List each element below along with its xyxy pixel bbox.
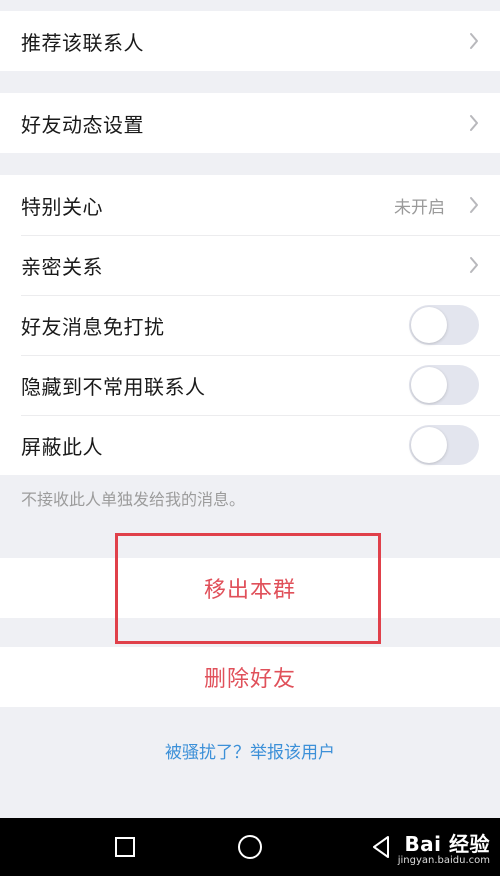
chevron-right-icon (459, 255, 479, 275)
recommend-group: 推荐该联系人 (0, 11, 500, 71)
highlight-annotation-box (115, 533, 381, 644)
chevron-right-icon (459, 195, 479, 215)
delete-friend-button[interactable]: 删除好友 (0, 647, 500, 707)
moments-settings-row[interactable]: 好友动态设置 (0, 93, 500, 153)
recommend-contact-row[interactable]: 推荐该联系人 (0, 11, 500, 71)
special-care-status: 未开启 (394, 197, 445, 218)
moments-settings-label: 好友动态设置 (21, 112, 144, 137)
special-care-label: 特别关心 (21, 194, 103, 219)
relationship-group: 特别关心 未开启 亲密关系 好友消息免打扰 隐藏到不常用联系人 屏蔽此人 (0, 175, 500, 475)
home-icon[interactable] (236, 833, 264, 861)
special-care-row[interactable]: 特别关心 未开启 (0, 175, 500, 235)
back-icon[interactable] (368, 833, 396, 861)
recents-icon[interactable] (111, 833, 139, 861)
moments-group: 好友动态设置 (0, 93, 500, 153)
mute-toggle[interactable] (409, 305, 479, 345)
watermark-main-text: Bai 经验 (404, 832, 490, 856)
toggle-knob (411, 307, 447, 343)
block-hint: 不接收此人单独发给我的消息。 (21, 490, 246, 509)
block-label: 屏蔽此人 (21, 434, 103, 459)
block-toggle[interactable] (409, 425, 479, 465)
intimacy-label: 亲密关系 (21, 254, 103, 279)
mute-label: 好友消息免打扰 (21, 314, 165, 339)
hide-toggle[interactable] (409, 365, 479, 405)
toggle-knob (411, 367, 447, 403)
baidu-jingyan-watermark: Bai 经验 jingyan.baidu.com (398, 828, 490, 866)
block-row: 屏蔽此人 (0, 415, 500, 475)
toggle-knob (411, 427, 447, 463)
recommend-contact-label: 推荐该联系人 (21, 30, 144, 55)
intimacy-row[interactable]: 亲密关系 (0, 235, 500, 295)
chevron-right-icon (459, 31, 479, 51)
mute-row: 好友消息免打扰 (0, 295, 500, 355)
hide-row: 隐藏到不常用联系人 (0, 355, 500, 415)
chevron-right-icon (459, 113, 479, 133)
watermark-sub-text: jingyan.baidu.com (397, 855, 490, 866)
hide-label: 隐藏到不常用联系人 (21, 374, 206, 399)
report-user-link[interactable]: 被骚扰了？举报该用户 (0, 738, 500, 763)
